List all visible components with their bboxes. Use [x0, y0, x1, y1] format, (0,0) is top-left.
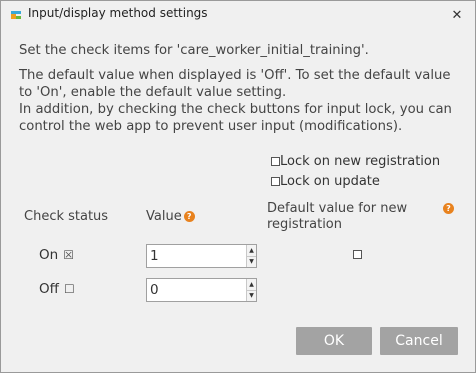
on-value-stepper[interactable]: ▲ ▼	[146, 244, 257, 268]
on-value-spinner[interactable]: ▲ ▼	[246, 245, 256, 267]
ok-button[interactable]: OK	[296, 327, 372, 355]
description-line: The default value when displayed is 'Off…	[19, 68, 451, 83]
close-button[interactable]: ✕	[445, 4, 469, 26]
default-value-header: Default value for new registration	[267, 201, 407, 233]
title-bar: Input/display method settings ✕	[1, 1, 475, 29]
spin-down-icon[interactable]: ▼	[246, 256, 256, 267]
on-label: On	[39, 247, 59, 263]
on-value-input[interactable]	[147, 245, 246, 267]
lock-on-update-checkbox[interactable]	[271, 177, 280, 186]
help-icon[interactable]: ?	[183, 211, 195, 222]
spin-up-icon[interactable]: ▲	[246, 245, 256, 257]
settings-dialog: Input/display method settings ✕ Set the …	[0, 0, 476, 373]
lock-on-new-registration-checkbox[interactable]	[271, 157, 280, 166]
check-status-header: Check status	[24, 209, 109, 224]
off-value-stepper[interactable]: ▲ ▼	[146, 278, 257, 302]
on-row-label: On ☒	[39, 247, 74, 263]
default-value-checkbox[interactable]	[353, 250, 362, 259]
off-value-spinner[interactable]: ▲ ▼	[246, 279, 256, 301]
off-row-label: Off ☐	[39, 281, 75, 297]
close-icon: ✕	[451, 7, 463, 23]
unchecked-box-icon: ☐	[63, 282, 75, 296]
lock-on-update-option[interactable]: Lock on update	[271, 174, 380, 189]
description-line: to 'On', enable the default value settin…	[19, 85, 287, 100]
spin-down-icon[interactable]: ▼	[246, 290, 256, 301]
help-icon[interactable]: ?	[443, 203, 454, 214]
lock-on-update-label: Lock on update	[280, 174, 380, 189]
app-logo-icon	[11, 11, 21, 19]
lock-on-new-registration-label: Lock on new registration	[280, 154, 441, 169]
lock-on-new-registration-option[interactable]: Lock on new registration	[271, 154, 440, 169]
cancel-button[interactable]: Cancel	[380, 327, 458, 355]
value-header: Value?	[146, 209, 195, 225]
default-value-header-line2: registration	[267, 217, 343, 232]
spin-up-icon[interactable]: ▲	[246, 279, 256, 291]
description-line: In addition, by checking the check butto…	[19, 102, 452, 117]
default-value-header-line1: Default value for new	[267, 201, 408, 216]
window-title: Input/display method settings	[28, 6, 208, 20]
off-value-input[interactable]	[147, 279, 246, 301]
description-line: control the web app to prevent user inpu…	[19, 119, 403, 134]
checked-box-icon: ☒	[63, 248, 74, 262]
off-label: Off	[39, 281, 59, 297]
value-header-label: Value	[146, 209, 182, 224]
description-line: Set the check items for 'care_worker_ini…	[19, 43, 369, 58]
